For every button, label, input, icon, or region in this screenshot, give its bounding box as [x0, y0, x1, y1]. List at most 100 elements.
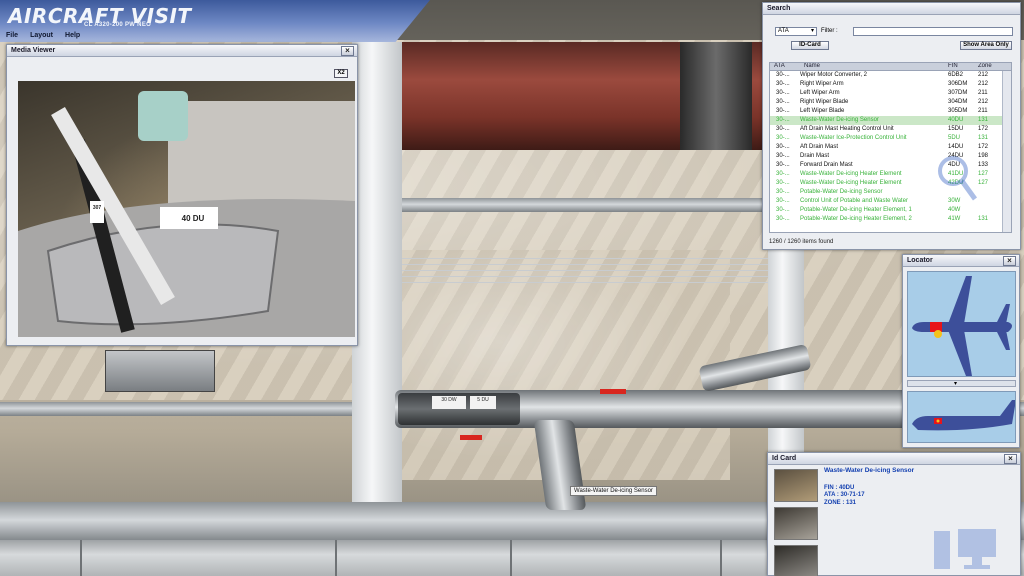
connector-red — [460, 435, 482, 440]
menu-help[interactable]: Help — [59, 30, 86, 42]
cell-ata: 30-... — [776, 135, 790, 141]
list-scrollbar[interactable] — [1002, 71, 1011, 232]
table-row[interactable]: 30-... Right Wiper Arm 306DM 212 — [770, 80, 1011, 89]
sensor-tag: 30 DW — [432, 396, 466, 409]
table-row[interactable]: 30-... Potable-Water De-icing Heater Elem… — [770, 215, 1011, 224]
table-row[interactable]: 30-... Potable-Water De-icing Heater Elem… — [770, 206, 1011, 215]
panel-title: Search — [763, 3, 1020, 15]
panel-title: Locator × — [903, 255, 1019, 267]
photo-thumbnail[interactable] — [774, 507, 818, 540]
cell-zone — [978, 206, 1003, 215]
fuselage-frame — [352, 42, 402, 502]
cell-ata: 30-... — [776, 81, 790, 87]
search-type-value: ATA — [778, 28, 789, 34]
cell-name: Left Wiper Blade — [800, 108, 845, 114]
component-photo: 40 DU 307 — [18, 81, 355, 337]
column-header-fin[interactable]: FIN — [948, 63, 978, 70]
cell-name: Waste-Water De-icing Heater Element — [800, 171, 902, 177]
menu-file[interactable]: File — [0, 30, 24, 42]
cell-name: Waste-Water Ice-Protection Control Unit — [800, 135, 907, 141]
table-row[interactable]: 30-... Aft Drain Mast Heating Control Uni… — [770, 125, 1011, 134]
cell-name: Control Unit of Potable and Waste Water — [800, 198, 908, 204]
cell-zone: 131 — [978, 135, 989, 141]
cell-zone: 212 — [978, 81, 989, 87]
table-row[interactable]: 30-... Right Wiper Blade 304DM 212 — [770, 98, 1011, 107]
menu-layout[interactable]: Layout — [24, 30, 59, 42]
cell-fin: 305DM — [948, 108, 968, 114]
cell-name: Waste-Water De-icing Heater Element — [800, 180, 902, 186]
floor-seam — [335, 540, 337, 576]
cell-zone: 131 — [978, 117, 989, 123]
cell-fin: 304DM — [948, 99, 968, 105]
idcard-button[interactable]: ID-Card — [791, 41, 829, 50]
cell-name: Waste-Water De-icing Sensor — [800, 117, 879, 123]
photo-tag: 40 DU — [181, 214, 205, 223]
cell-name: Left Wiper Arm — [800, 90, 840, 96]
wire — [398, 264, 768, 265]
cell-name: Potable-Water De-icing Heater Element, 1 — [800, 207, 912, 213]
table-row[interactable]: 30-... Waste-Water De-icing Sensor 40DU 131 — [770, 116, 1011, 125]
locator-slider[interactable]: ▾ — [907, 380, 1016, 387]
cell-fin: 5DU — [948, 135, 961, 141]
idcard-ata: ATA : 30-71-17 — [824, 492, 865, 498]
cell-ata: 30-... — [776, 207, 790, 213]
locator-panel: Locator × ▾ — [902, 254, 1020, 448]
chevron-down-icon: ▾ — [954, 381, 958, 387]
cell-fin: 306DM — [948, 81, 968, 87]
photo-illustration — [18, 91, 355, 337]
cell-name: Wiper Motor Converter, 2 — [800, 72, 868, 78]
close-icon[interactable]: × — [341, 46, 354, 56]
component-list: ATA Name FIN Zone 30-... Wiper Motor Conv… — [769, 62, 1012, 233]
magnifier-icon — [938, 156, 978, 201]
table-row[interactable]: 30-... Aft Drain Mast 14DU 172 — [770, 143, 1011, 152]
idcard-component-name: Waste-Water De-icing Sensor — [824, 467, 915, 474]
locator-top-view[interactable] — [907, 271, 1016, 377]
cell-ata: 30-... — [776, 99, 790, 105]
cell-name: Forward Drain Mast — [800, 162, 853, 168]
search-panel: Search ATA ▾ Filter : ID-Card Show Area … — [762, 2, 1021, 250]
cell-zone: 172 — [978, 144, 989, 150]
duct-clamp — [680, 42, 752, 150]
cell-zone: 212 — [978, 99, 989, 105]
search-title: Search — [767, 5, 791, 12]
cell-ata: 30-... — [776, 171, 790, 177]
zoom-x2-button[interactable]: X2 — [334, 69, 348, 78]
idcard-details: Waste-Water De-icing Sensor FIN : 40DU A… — [824, 467, 914, 507]
idcard-zone: ZONE : 131 — [824, 499, 857, 506]
cell-name: Drain Mast — [800, 153, 830, 159]
connector-red — [600, 389, 626, 394]
column-header-name[interactable]: Name — [800, 63, 948, 70]
menu-bar: File Layout Help — [0, 30, 110, 42]
photo-thumbnail[interactable] — [774, 545, 818, 576]
computer-icon — [934, 529, 996, 569]
cell-zone: 198 — [978, 153, 989, 159]
close-icon[interactable]: × — [1003, 256, 1016, 266]
cell-zone: 133 — [978, 162, 989, 168]
floor-seam — [510, 540, 512, 576]
cell-ata: 30-... — [776, 180, 790, 186]
search-type-select[interactable]: ATA ▾ — [775, 27, 817, 36]
table-row[interactable]: 30-... Waste-Water Ice-Protection Control… — [770, 134, 1011, 143]
cell-ata: 30-... — [776, 72, 790, 78]
table-row[interactable]: 30-... Left Wiper Blade 305DM 211 — [770, 107, 1011, 116]
idcard-title: Id Card — [772, 455, 797, 462]
locator-title: Locator — [907, 257, 933, 264]
locator-side-view[interactable] — [907, 391, 1016, 443]
show-area-only-button[interactable]: Show Area Only — [960, 41, 1012, 50]
app-subtitle: CL A320-200 PW NEO — [84, 22, 152, 28]
column-header-ata[interactable]: ATA — [770, 63, 800, 70]
column-header-zone[interactable]: Zone — [978, 63, 1003, 70]
close-icon[interactable]: × — [1004, 454, 1017, 464]
cell-name: Right Wiper Blade — [800, 99, 849, 105]
cell-ata: 30-... — [776, 126, 790, 132]
table-row[interactable]: 30-... Wiper Motor Converter, 2 6DB2 212 — [770, 71, 1011, 80]
cell-ata: 30-... — [776, 153, 790, 159]
cell-zone: 131 — [978, 216, 989, 222]
cell-fin: 40DU — [948, 117, 964, 123]
hover-tooltip: Waste-Water De-icing Sensor — [570, 486, 657, 496]
cell-zone: 212 — [978, 72, 989, 78]
photo-thumbnail[interactable] — [774, 469, 818, 502]
cell-name: Potable-Water De-icing Heater Element, 2 — [800, 216, 912, 222]
table-row[interactable]: 30-... Left Wiper Arm 307DM 211 — [770, 89, 1011, 98]
filter-input[interactable] — [853, 27, 1013, 36]
